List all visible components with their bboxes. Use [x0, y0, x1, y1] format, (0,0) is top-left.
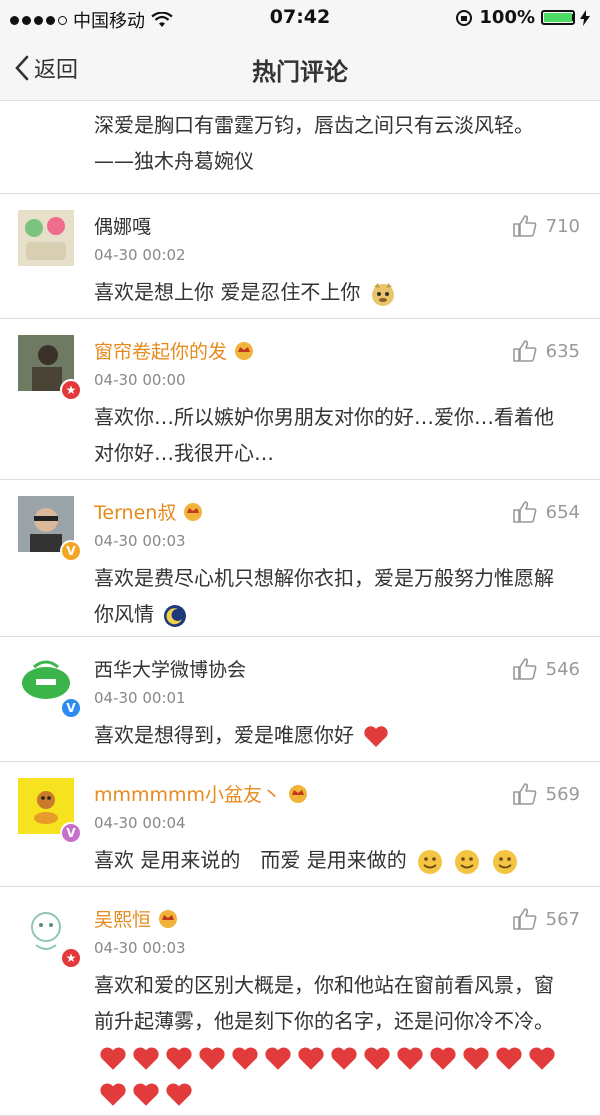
- heart-icon: [199, 1046, 225, 1070]
- comment-time: 04-30 00:03: [94, 939, 186, 957]
- moon-icon: [164, 604, 187, 627]
- orientation-lock-icon: [456, 9, 473, 26]
- heart-icon: [133, 1046, 159, 1070]
- thumbs-up-icon: [512, 658, 537, 680]
- page-title: 热门评论: [252, 58, 348, 86]
- like-count: 654: [545, 501, 580, 523]
- heart-icon: [529, 1046, 555, 1070]
- charging-icon: [580, 9, 590, 26]
- status-bar: 中国移动 07:42 100%: [0, 0, 600, 36]
- like-count: 546: [545, 658, 580, 680]
- comment-time: 04-30 00:03: [94, 532, 186, 550]
- heart-icon: [364, 725, 389, 747]
- like-button[interactable]: 569: [512, 782, 580, 806]
- comment-item: V Ternen叔 04-30 00:03 喜欢是费尽心机只想解你衣扣，爱是万般…: [0, 480, 600, 637]
- avatar[interactable]: [18, 210, 74, 266]
- battery-percent: 100%: [479, 7, 535, 28]
- comment-text: 喜欢是费尽心机只想解你衣扣，爱是万般努力惟愿解你风情: [94, 566, 554, 627]
- heart-icon: [100, 1046, 126, 1070]
- avatar[interactable]: ★: [18, 903, 82, 969]
- heart-icon: [364, 1046, 390, 1070]
- verified-badge-icon: V: [60, 540, 82, 562]
- avatar[interactable]: ★: [18, 335, 82, 401]
- user-name[interactable]: 偶娜嘎: [94, 212, 151, 239]
- like-button[interactable]: 710: [512, 214, 580, 238]
- smile-icon: [418, 849, 443, 874]
- like-count: 567: [545, 908, 580, 930]
- comment-text: 喜欢是想上你 爱是忍住不上你: [94, 274, 572, 310]
- heart-icon: [166, 1082, 192, 1106]
- verified-badge-icon: V: [60, 822, 82, 844]
- comment-time: 04-30 00:00: [94, 371, 186, 389]
- verified-badge-icon: ★: [60, 379, 82, 401]
- avatar[interactable]: V: [18, 496, 82, 562]
- like-count: 569: [545, 783, 580, 805]
- user-name[interactable]: 窗帘卷起你的发: [94, 337, 227, 364]
- crown-icon: [235, 342, 254, 360]
- crown-icon: [184, 503, 203, 521]
- crown-icon: [289, 785, 308, 803]
- comment-time: 04-30 00:04: [94, 814, 186, 832]
- comment-item: 偶娜嘎 04-30 00:02 喜欢是想上你 爱是忍住不上你 710: [0, 194, 600, 319]
- comment-text: 深爱是胸口有雷霆万钧，唇齿之间只有云淡风轻。——独木舟葛婉仪: [94, 113, 534, 173]
- comment-item: ★ 窗帘卷起你的发 04-30 00:00 喜欢你…所以嫉妒你男朋友对你的好…爱…: [0, 319, 600, 480]
- battery-icon: [541, 10, 575, 25]
- comment-time: 04-30 00:02: [94, 246, 186, 264]
- thumbs-up-icon: [512, 908, 537, 930]
- thumbs-up-icon: [512, 215, 537, 237]
- heart-icon: [331, 1046, 357, 1070]
- thumbs-up-icon: [512, 783, 537, 805]
- heart-row: [94, 1045, 556, 1106]
- like-button[interactable]: 546: [512, 657, 580, 681]
- comment-text: 喜欢是想得到，爱是唯愿你好: [94, 717, 572, 753]
- like-count: 635: [545, 340, 580, 362]
- heart-icon: [463, 1046, 489, 1070]
- avatar-image: [18, 210, 74, 266]
- comment-item: V mmmmmm小盆友丶 04-30 00:04 喜欢 是用来说的 而爱 是用来…: [0, 762, 600, 887]
- nav-bar: 返回 热门评论: [0, 36, 600, 101]
- user-name[interactable]: 西华大学微博协会: [94, 655, 246, 682]
- like-button[interactable]: 654: [512, 500, 580, 524]
- comment-text: 喜欢 是用来说的 而爱 是用来做的: [94, 842, 572, 878]
- comment-item: ★ 吴熙恒 04-30 00:03 喜欢和爱的区别大概是，你和他站在窗前看风景，…: [0, 887, 600, 1116]
- verified-badge-icon: V: [60, 697, 82, 719]
- like-button[interactable]: 567: [512, 907, 580, 931]
- like-button[interactable]: 635: [512, 339, 580, 363]
- comment-item: V 西华大学微博协会 04-30 00:01 喜欢是想得到，爱是唯愿你好 546: [0, 637, 600, 762]
- comment-text: 喜欢你…所以嫉妒你男朋友对你的好…爱你…看着他对你好…我很开心…: [94, 405, 554, 465]
- like-count: 710: [545, 215, 580, 237]
- heart-icon: [232, 1046, 258, 1070]
- user-name[interactable]: mmmmmm小盆友丶: [94, 780, 281, 807]
- comment-list: 深爱是胸口有雷霆万钧，唇齿之间只有云淡风轻。——独木舟葛婉仪 偶娜嘎 04-30…: [0, 101, 600, 1116]
- heart-icon: [397, 1046, 423, 1070]
- thumbs-up-icon: [512, 501, 537, 523]
- heart-icon: [166, 1046, 192, 1070]
- verified-badge-icon: ★: [60, 947, 82, 969]
- thumbs-up-icon: [512, 340, 537, 362]
- crown-icon: [159, 910, 178, 928]
- smile-icon: [492, 849, 517, 874]
- comment-text: 喜欢和爱的区别大概是，你和他站在窗前看风景，窗前升起薄雾，他是刻下你的名字，还是…: [94, 967, 572, 1111]
- doge-icon: [371, 282, 394, 306]
- heart-icon: [100, 1082, 126, 1106]
- heart-icon: [265, 1046, 291, 1070]
- user-name[interactable]: Ternen叔: [94, 498, 176, 525]
- status-right: 100%: [455, 7, 590, 28]
- heart-icon: [430, 1046, 456, 1070]
- heart-icon: [298, 1046, 324, 1070]
- avatar[interactable]: V: [18, 653, 82, 719]
- comment-partial: 深爱是胸口有雷霆万钧，唇齿之间只有云淡风轻。——独木舟葛婉仪: [0, 101, 600, 194]
- heart-icon: [496, 1046, 522, 1070]
- heart-icon: [133, 1082, 159, 1106]
- smile-icon: [455, 849, 480, 874]
- avatar[interactable]: V: [18, 778, 82, 844]
- user-name[interactable]: 吴熙恒: [94, 905, 151, 932]
- comment-time: 04-30 00:01: [94, 689, 186, 707]
